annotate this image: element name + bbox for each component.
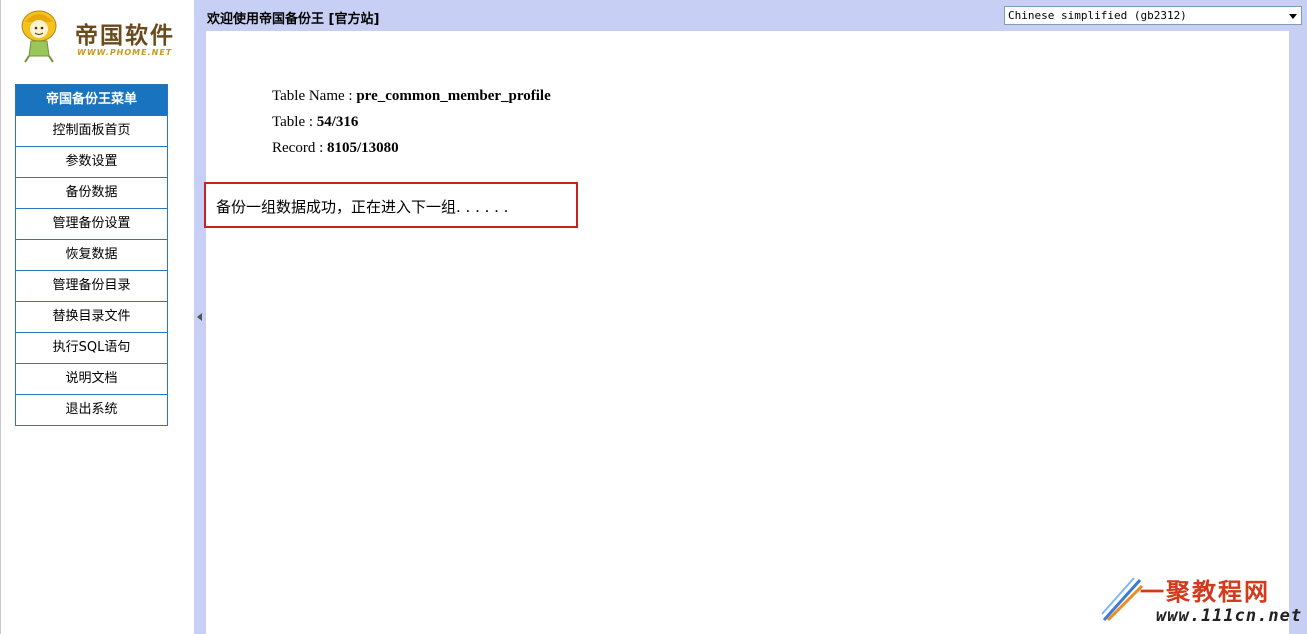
left-frame: 帝国软件 WWW.PHOME.NET 帝国备份王菜单 控制面板首页 参数设置 备… <box>0 0 194 634</box>
status-message-box: 备份一组数据成功，正在进入下一组. . . . . . <box>204 182 578 228</box>
sidebar-menu: 帝国备份王菜单 控制面板首页 参数设置 备份数据 管理备份设置 恢复数据 管理备… <box>15 84 168 426</box>
logo-name: 帝国软件 <box>75 22 175 49</box>
table-name-value: pre_common_member_profile <box>356 88 551 104</box>
sidebar-item-backup-data[interactable]: 备份数据 <box>16 178 167 209</box>
sidebar-item-docs[interactable]: 说明文档 <box>16 364 167 395</box>
record-value: 8105/13080 <box>326 140 399 156</box>
sidebar-item-logout[interactable]: 退出系统 <box>16 395 167 426</box>
record-line: Record : 8105/13080 <box>272 138 551 164</box>
table-name-label: Table Name : <box>272 88 357 104</box>
logo[interactable]: 帝国软件 WWW.PHOME.NET <box>17 4 173 66</box>
record-label: Record : <box>272 140 327 156</box>
watermark-title: 一聚教程网 <box>1140 578 1270 606</box>
page-title[interactable]: 欢迎使用帝国备份王 [官方站] <box>207 8 379 27</box>
status-message: 备份一组数据成功，正在进入下一组. . . . . . <box>216 198 509 216</box>
mascot-icon <box>21 10 57 63</box>
sidebar-item-restore-data[interactable]: 恢复数据 <box>16 240 167 271</box>
language-select-value: Chinese simplified (gb2312) <box>1008 9 1187 22</box>
sidebar-item-manage-backup-dir[interactable]: 管理备份目录 <box>16 271 167 302</box>
table-value: 54/316 <box>316 114 359 130</box>
sidebar-item-replace-dir-files[interactable]: 替换目录文件 <box>16 302 167 333</box>
sidebar-item-parameters[interactable]: 参数设置 <box>16 147 167 178</box>
watermark: 一聚教程网 www.111cn.net <box>1100 570 1305 632</box>
main-content: Table Name : pre_common_member_profile T… <box>204 31 1289 634</box>
chevron-down-icon[interactable] <box>1289 14 1297 19</box>
table-label: Table : <box>272 114 317 130</box>
table-line: Table : 54/316 <box>272 112 551 138</box>
top-bar: 欢迎使用帝国备份王 [官方站] Chinese simplified (gb23… <box>206 0 1307 31</box>
language-select[interactable]: Chinese simplified (gb2312) <box>1004 6 1302 25</box>
sidebar-item-execute-sql[interactable]: 执行SQL语句 <box>16 333 167 364</box>
backup-progress-info: Table Name : pre_common_member_profile T… <box>272 86 551 164</box>
collapse-left-icon[interactable] <box>197 313 202 321</box>
table-name-line: Table Name : pre_common_member_profile <box>272 86 551 112</box>
sidebar-item-manage-backup-settings[interactable]: 管理备份设置 <box>16 209 167 240</box>
right-frame-border <box>1289 31 1307 634</box>
menu-title: 帝国备份王菜单 <box>16 85 167 116</box>
watermark-url: www.111cn.net <box>1156 606 1303 626</box>
sidebar-item-control-panel[interactable]: 控制面板首页 <box>16 116 167 147</box>
frame-splitter[interactable] <box>194 0 206 634</box>
logo-url: WWW.PHOME.NET <box>77 48 173 57</box>
